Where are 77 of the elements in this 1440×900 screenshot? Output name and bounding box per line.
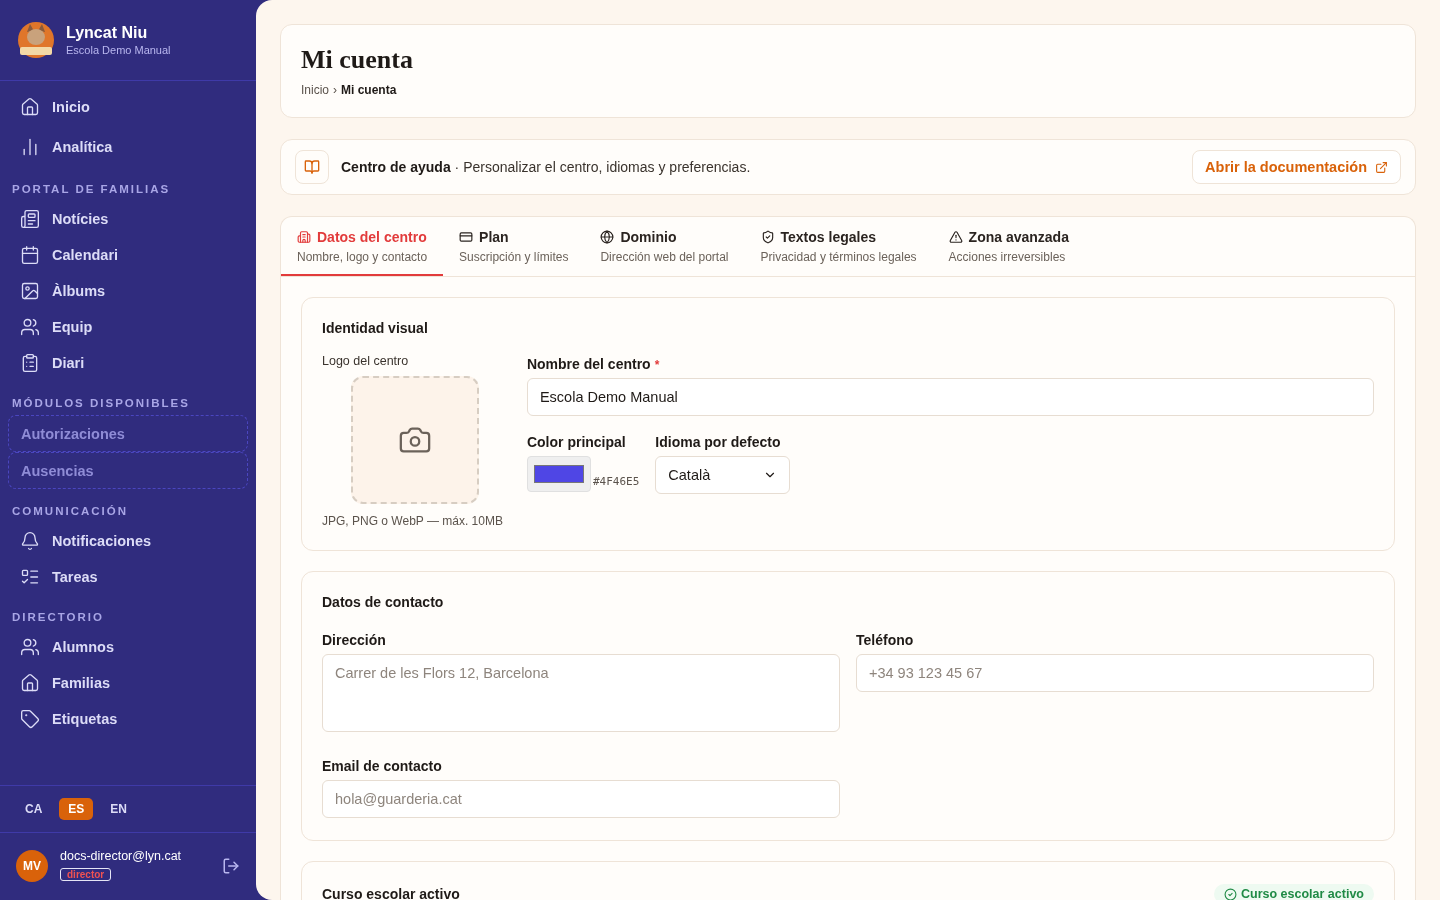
calendar-icon <box>20 245 40 265</box>
newspaper-icon <box>20 209 40 229</box>
tab[interactable]: Dominio Dirección web del portal <box>584 217 745 276</box>
email-field[interactable]: hola@guarderia.cat <box>322 780 840 818</box>
users-icon <box>20 637 40 657</box>
module-item[interactable]: Autorizaciones <box>8 415 248 452</box>
book-icon <box>295 150 329 184</box>
field-label: Dirección <box>322 632 387 648</box>
section-heading: COMUNICACIÓN <box>11 504 129 519</box>
tab[interactable]: Zona avanzada Acciones irreversibles <box>932 217 1085 276</box>
color-picker[interactable] <box>526 456 591 492</box>
documentation-button[interactable]: Abrir la documentación <box>1192 150 1401 184</box>
avatar: MV <box>16 849 48 882</box>
breadcrumb-item: Mi cuenta <box>341 83 397 97</box>
help-text: Centro de ayuda · Personalizar el centro, idiomas y preferencias. <box>341 159 752 175</box>
home-icon <box>20 97 40 117</box>
tab[interactable]: Datos del centro Nombre, logo y contacto <box>281 217 444 276</box>
tab[interactable]: Textos legales Privacidad y términos legales <box>744 217 933 276</box>
sidebar-item[interactable]: Alumnos <box>0 629 256 665</box>
language-button[interactable]: ES <box>59 798 94 820</box>
shield-check-icon <box>760 230 775 244</box>
field-label: Idioma por defecto <box>655 434 782 450</box>
sidebar-item[interactable]: Calendari <box>0 237 256 273</box>
language-button[interactable]: CA <box>16 798 52 820</box>
status-badge: Curso escolar activo <box>1214 884 1374 900</box>
field-label: Email de contacto <box>322 758 443 774</box>
role-tag: director <box>60 868 112 881</box>
field-label: Nombre del centro * <box>526 356 661 372</box>
card-title: Datos de contacto <box>322 594 445 610</box>
sidebar-item[interactable]: Tareas <box>0 559 256 595</box>
color-hex: #4F46E5 <box>592 475 640 490</box>
card-title: Curso escolar activo <box>322 886 460 900</box>
field-label: Logo del centro <box>322 354 410 368</box>
field-label: Teléfono <box>856 632 915 648</box>
sidebar-item[interactable]: Equip <box>0 309 256 345</box>
warning-icon <box>948 230 963 244</box>
users-icon <box>20 317 40 337</box>
breadcrumb-item[interactable]: Inicio <box>301 83 329 97</box>
phone-field[interactable]: +34 93 123 45 67 <box>856 654 1374 692</box>
language-button[interactable]: EN <box>101 798 137 820</box>
checklist-icon <box>20 567 40 587</box>
card-icon <box>459 230 474 244</box>
page-title: Mi cuenta <box>301 45 414 75</box>
language-select[interactable]: Català <box>655 456 791 494</box>
image-icon <box>20 281 40 301</box>
sidebar-item[interactable]: Notificaciones <box>0 523 256 559</box>
tag-icon <box>20 709 40 729</box>
name-input[interactable]: Escola Demo Manual <box>526 378 1374 416</box>
section-heading: MÓDULOS DISPONIBLES <box>11 396 191 411</box>
external-link-icon <box>1375 160 1388 174</box>
sidebar-item[interactable]: Àlbums <box>0 273 256 309</box>
sidebar-item[interactable]: Analítica <box>0 127 256 167</box>
building-icon <box>297 230 311 244</box>
sidebar-item[interactable]: Notícies <box>0 201 256 237</box>
brand-name: Lyncat Niu <box>66 24 149 42</box>
tab[interactable]: Plan Suscripción y límites <box>443 217 585 276</box>
logout-icon[interactable] <box>222 856 240 875</box>
module-item[interactable]: Ausencias <box>8 452 248 489</box>
section-heading: DIRECTORIO <box>11 610 105 625</box>
sidebar-item[interactable]: Inicio <box>0 87 256 127</box>
school-name: Escola Demo Manual <box>66 44 171 56</box>
sidebar-item[interactable]: Etiquetas <box>0 701 256 737</box>
home-icon <box>20 673 40 693</box>
field-label: Color principal <box>526 434 627 450</box>
section-heading: PORTAL DE FAMILIAS <box>11 182 172 197</box>
check-icon <box>1224 887 1238 900</box>
globe-icon <box>600 230 615 244</box>
card-title: Identidad visual <box>322 320 429 336</box>
clipboard-icon <box>20 353 40 373</box>
user-email: docs-director@lyn.cat <box>60 849 183 863</box>
sidebar-item[interactable]: Diari <box>0 345 256 381</box>
bell-icon <box>20 531 40 551</box>
address-field[interactable]: Carrer de les Flors 12, Barcelona <box>322 654 840 732</box>
upload-hint: JPG, PNG o WebP — máx. 10MB <box>322 514 503 528</box>
cat-logo <box>16 20 56 60</box>
breadcrumb-separator: › <box>333 83 337 97</box>
sidebar-item[interactable]: Familias <box>0 665 256 701</box>
